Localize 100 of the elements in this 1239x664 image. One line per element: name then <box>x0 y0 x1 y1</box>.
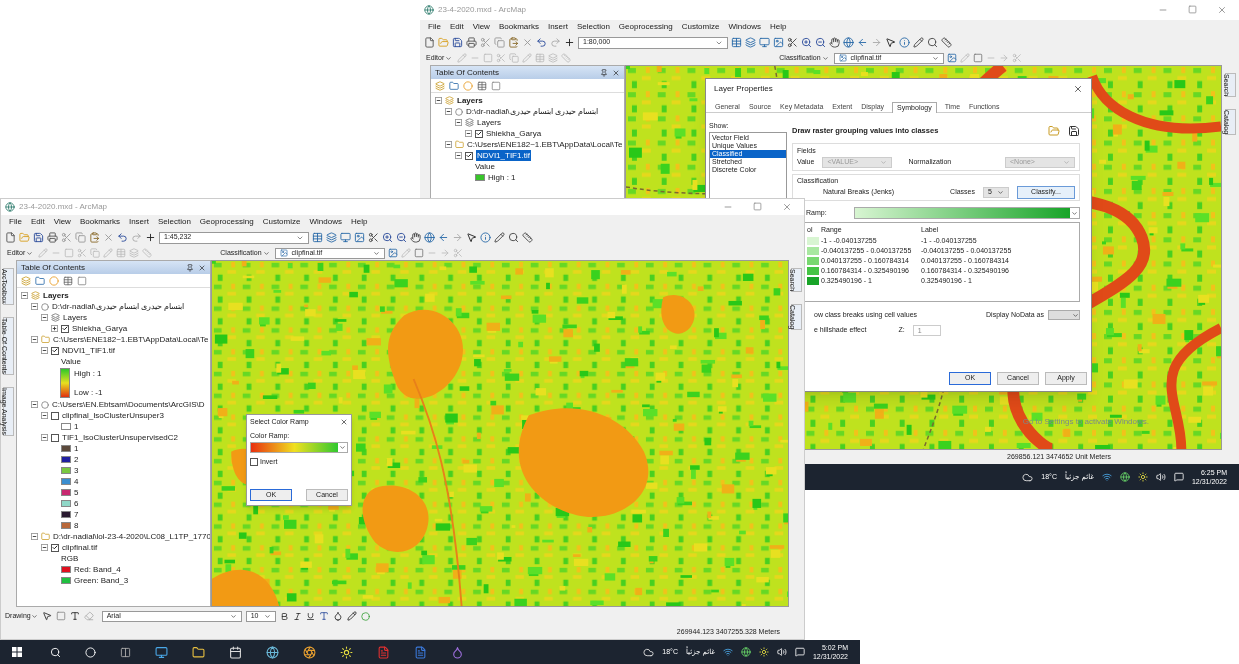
circle-icon[interactable] <box>85 646 96 658</box>
list-by-source-icon[interactable] <box>449 80 459 91</box>
layer-name[interactable]: clipfinal.tif <box>62 542 98 553</box>
checkbox[interactable] <box>61 324 69 333</box>
pointer-icon[interactable] <box>41 611 52 621</box>
layers-icon[interactable] <box>745 37 756 48</box>
new-document-icon[interactable] <box>5 232 16 243</box>
text-icon[interactable] <box>69 611 80 621</box>
menu-item[interactable]: Customize <box>262 216 301 228</box>
options-icon[interactable] <box>491 80 501 91</box>
collapse-icon[interactable] <box>41 314 48 321</box>
notifications-icon[interactable] <box>794 647 805 657</box>
menu-item[interactable]: Geoprocessing <box>199 216 254 228</box>
menu-item[interactable]: Selection <box>576 21 610 33</box>
collapse-icon[interactable] <box>31 401 38 408</box>
collapse-icon[interactable] <box>435 97 442 104</box>
identify-icon[interactable] <box>480 232 491 243</box>
checkbox[interactable] <box>51 433 59 442</box>
menu-item[interactable]: Insert <box>547 21 568 33</box>
collapse-icon[interactable] <box>445 141 452 148</box>
table-icon[interactable] <box>731 37 742 48</box>
paste-icon[interactable] <box>508 37 519 48</box>
italic-icon[interactable] <box>292 611 302 621</box>
close-icon[interactable] <box>340 418 348 426</box>
tray-sun-icon[interactable] <box>758 647 769 657</box>
layer-name[interactable]: C:\Users\ENE182~1.EBT\AppData\Local\Te <box>53 334 209 345</box>
caret-icon[interactable] <box>262 249 270 257</box>
collapse-icon[interactable] <box>41 434 48 441</box>
full-extent-icon[interactable] <box>424 232 435 243</box>
zoom-in-icon[interactable] <box>382 232 393 243</box>
underline-icon[interactable] <box>305 611 315 621</box>
layer-name[interactable]: TIF1_IsoClusterUnsupervisedC2 <box>62 432 179 443</box>
caret-icon[interactable] <box>445 54 453 62</box>
caret-icon[interactable] <box>997 189 1004 196</box>
identify-icon[interactable] <box>899 37 910 48</box>
list-by-selection-icon[interactable] <box>63 275 73 286</box>
pin-icon[interactable] <box>186 263 194 272</box>
menu-item[interactable]: View <box>53 216 71 228</box>
nodata-color-dropdown[interactable] <box>1048 310 1080 321</box>
search-icon[interactable] <box>508 232 519 243</box>
menu-item[interactable]: Geoprocessing <box>618 21 673 33</box>
caret-icon[interactable] <box>931 54 939 62</box>
pointer-icon[interactable] <box>466 232 477 243</box>
print-icon[interactable] <box>466 37 477 48</box>
class-swatch[interactable] <box>807 267 819 275</box>
close-icon[interactable] <box>198 263 206 272</box>
line-color-icon[interactable] <box>346 611 357 621</box>
back-arrow-icon[interactable] <box>438 232 449 243</box>
delete-icon[interactable] <box>522 37 533 48</box>
image-icon[interactable] <box>773 37 784 48</box>
collapse-icon[interactable] <box>41 347 48 354</box>
marker-color-icon[interactable] <box>360 611 370 621</box>
calendar-app-icon[interactable] <box>229 645 242 659</box>
checkbox[interactable] <box>250 457 258 466</box>
cut-icon[interactable] <box>480 37 491 48</box>
checkbox[interactable] <box>51 346 59 355</box>
search-icon[interactable] <box>927 37 938 48</box>
layer-name[interactable]: 5 <box>74 487 79 498</box>
caret-icon[interactable] <box>30 612 38 620</box>
menu-item[interactable]: File <box>428 21 441 33</box>
draw-icon[interactable] <box>913 37 924 48</box>
windows-logo-icon[interactable] <box>12 647 22 657</box>
collapse-icon[interactable] <box>41 544 48 551</box>
folder-icon[interactable] <box>192 645 205 659</box>
rectangle-icon[interactable] <box>972 53 983 63</box>
layer-name[interactable]: C:\Users\ENE182~1.EBT\AppData\Local\Te <box>467 139 623 150</box>
layer-name[interactable]: NDVI1_TIF1.tif <box>62 345 115 356</box>
layer-name[interactable]: Red: Band_4 <box>74 564 121 575</box>
collapse-icon[interactable] <box>445 108 452 115</box>
sun-app-icon[interactable] <box>340 645 353 659</box>
save-icon[interactable] <box>33 232 44 243</box>
layer-name[interactable]: 4 <box>74 476 79 487</box>
caret-icon[interactable] <box>263 612 271 620</box>
layer-name[interactable]: 8 <box>74 520 79 531</box>
checkbox[interactable] <box>475 129 483 138</box>
undo-icon[interactable] <box>117 232 128 243</box>
window-icon[interactable] <box>340 232 351 243</box>
layer-name[interactable]: Layers <box>43 290 69 301</box>
close-icon[interactable] <box>612 68 620 77</box>
layer-name[interactable]: 1 <box>74 443 79 454</box>
zoom-out-icon[interactable] <box>815 37 826 48</box>
menu-item[interactable]: Windows <box>309 216 342 228</box>
layer-name[interactable]: C:\Users\EN.Ebtsam\Documents\ArcGIS\D <box>52 399 205 410</box>
save-icon[interactable] <box>1068 125 1080 137</box>
menu-item[interactable]: Windows <box>728 21 761 33</box>
list-by-drawing-order-icon[interactable] <box>21 275 31 286</box>
layers-icon[interactable] <box>326 232 337 243</box>
paste-icon[interactable] <box>89 232 100 243</box>
zoom-out-icon[interactable] <box>396 232 407 243</box>
menu-item[interactable]: Insert <box>128 216 149 228</box>
class-swatch[interactable] <box>807 237 819 245</box>
pdf-app-icon[interactable] <box>377 645 390 659</box>
full-extent-icon[interactable] <box>843 37 854 48</box>
list-by-selection-icon[interactable] <box>477 80 487 91</box>
list-by-drawing-order-icon[interactable] <box>435 80 445 91</box>
expand-icon[interactable] <box>51 325 58 332</box>
class-swatch[interactable] <box>807 247 819 255</box>
menu-item[interactable]: Bookmarks <box>498 21 539 33</box>
notifications-icon[interactable] <box>1173 472 1184 482</box>
color-ramp-dropdown[interactable] <box>854 207 1080 219</box>
